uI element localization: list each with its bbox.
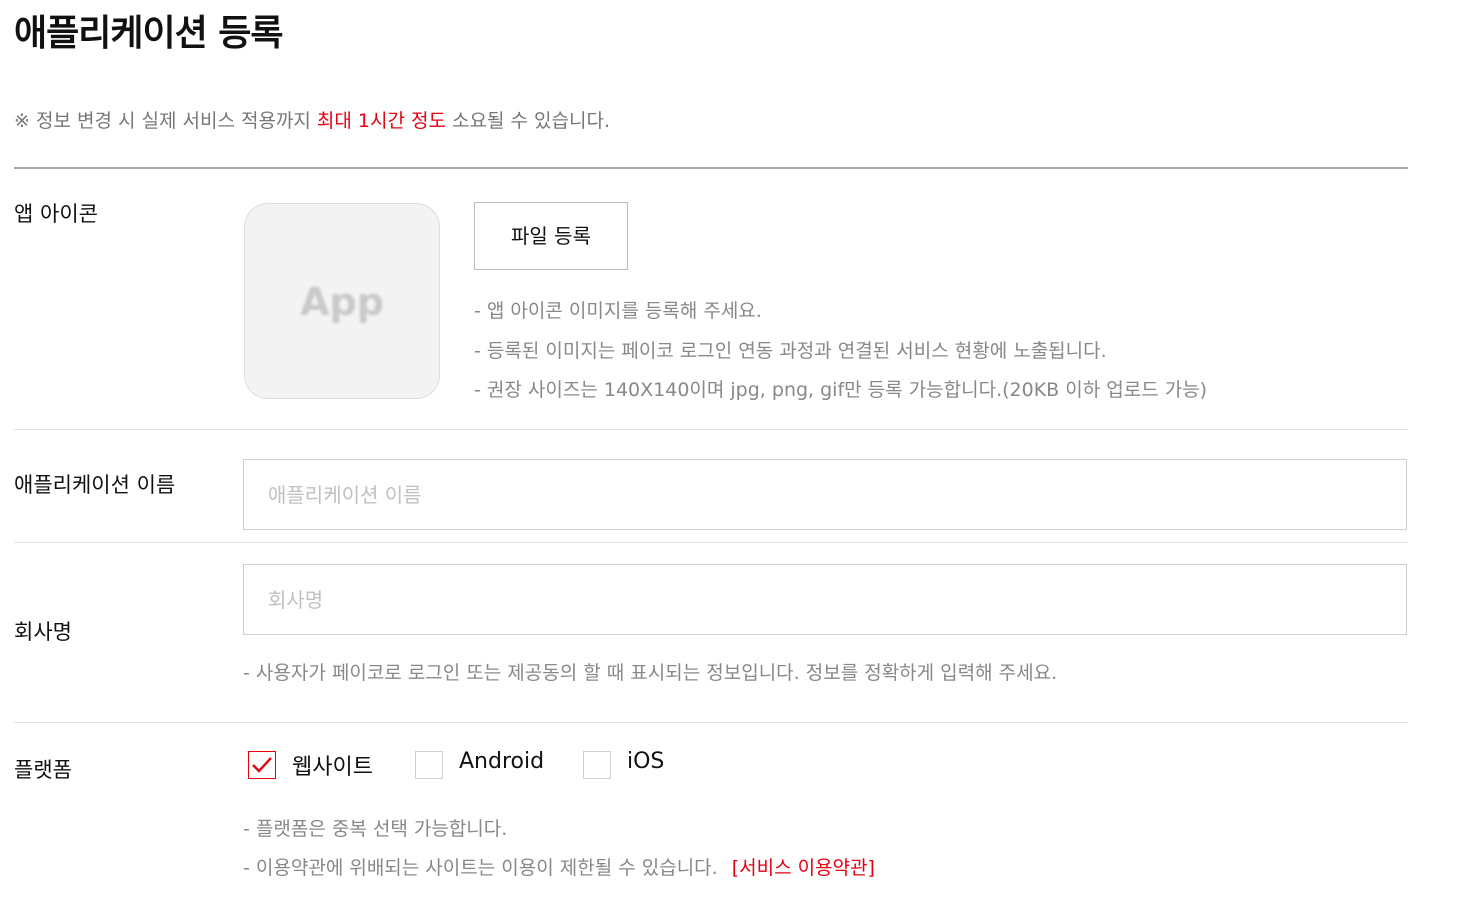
app-icon-help-2: - 등록된 이미지는 페이코 로그인 연동 과정과 연결된 서비스 현황에 노출… (474, 340, 1107, 362)
top-divider (14, 167, 1408, 169)
notice-suffix: 소요될 수 있습니다. (445, 110, 610, 132)
company-help: - 사용자가 페이코로 로그인 또는 제공동의 할 때 표시되는 정보입니다. … (243, 662, 1058, 684)
platform-help-2-text: - 이용약관에 위배되는 사이트는 이용이 제한될 수 있습니다. (243, 857, 718, 879)
app-icon-placeholder-text: App (300, 280, 384, 324)
platform-ios-label[interactable]: iOS (627, 749, 664, 774)
platform-website-label[interactable]: 웹사이트 (292, 749, 373, 781)
checkmark-icon (252, 757, 272, 773)
divider-app-icon (14, 429, 1408, 430)
page-title: 애플리케이션 등록 (14, 13, 283, 54)
app-icon-preview: App (244, 203, 440, 399)
divider-app-name (14, 542, 1408, 543)
platform-label: 플랫폼 (14, 758, 72, 782)
terms-link[interactable]: [서비스 이용약관] (732, 857, 875, 879)
platform-help-2: - 이용약관에 위배되는 사이트는 이용이 제한될 수 있습니다. [서비스 이용… (243, 853, 875, 880)
file-upload-button[interactable]: 파일 등록 (474, 202, 628, 270)
app-name-input[interactable] (243, 459, 1407, 530)
app-icon-help-3: - 권장 사이즈는 140X140이며 jpg, png, gif만 등록 가능… (474, 379, 1208, 401)
app-icon-help-1: - 앱 아이콘 이미지를 등록해 주세요. (474, 300, 762, 322)
platform-android-label[interactable]: Android (459, 749, 544, 774)
platform-website-checkbox[interactable] (248, 751, 276, 779)
app-registration-page: 애플리케이션 등록 ※ 정보 변경 시 실제 서비스 적용까지 최대 1시간 정… (0, 0, 1482, 916)
platform-help-1: - 플랫폼은 중복 선택 가능합니다. (243, 818, 508, 840)
notice-text: ※ 정보 변경 시 실제 서비스 적용까지 최대 1시간 정도 소요될 수 있습… (14, 106, 610, 133)
notice-highlight: 최대 1시간 정도 (316, 110, 446, 132)
company-name-input[interactable] (243, 564, 1407, 635)
app-name-label: 애플리케이션 이름 (14, 473, 176, 497)
notice-prefix: ※ 정보 변경 시 실제 서비스 적용까지 (14, 110, 317, 132)
divider-company (14, 722, 1408, 723)
company-label: 회사명 (14, 620, 72, 644)
platform-android-checkbox[interactable] (415, 751, 443, 779)
platform-ios-checkbox[interactable] (583, 751, 611, 779)
app-icon-label: 앱 아이콘 (14, 202, 98, 226)
